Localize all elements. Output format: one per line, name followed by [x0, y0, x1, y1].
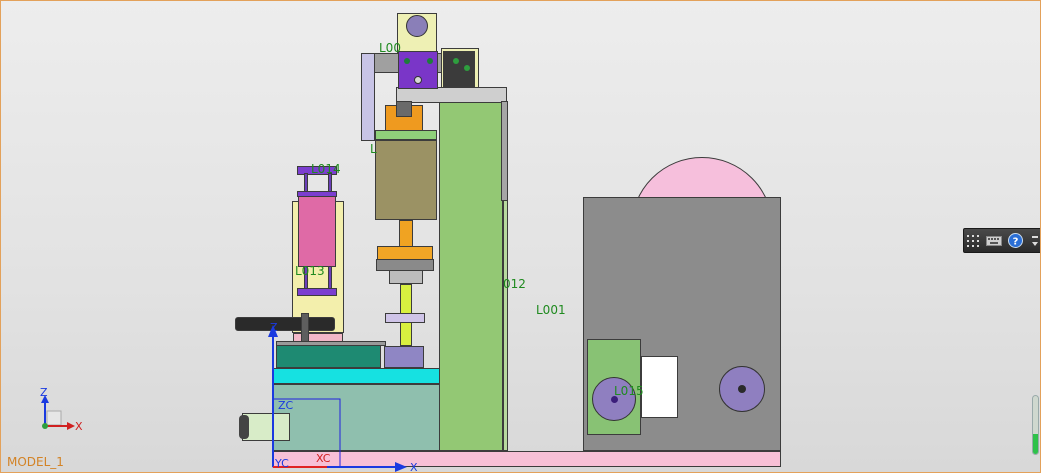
triad-x-label: X: [75, 420, 83, 433]
coupler-clamp[interactable]: [396, 101, 412, 117]
right-disc-center: [738, 385, 746, 393]
csys-xc-label: XC: [316, 452, 331, 465]
gearbox-body[interactable]: [375, 140, 437, 220]
keyboard-icon[interactable]: [985, 233, 1002, 249]
motor-block[interactable]: [443, 51, 475, 87]
label-l015: L015: [614, 384, 644, 398]
mini-toolbar: ?: [963, 228, 1041, 253]
vertical-column[interactable]: [439, 101, 503, 451]
csys-x-label: X: [410, 461, 418, 473]
triad-cube: [46, 410, 62, 426]
collapse-icon[interactable]: [1029, 233, 1041, 249]
grid-icon[interactable]: [967, 233, 980, 249]
cabinet-window[interactable]: [641, 356, 678, 418]
svg-text:?: ?: [1012, 237, 1018, 248]
left-slide-mid-bar[interactable]: [297, 191, 337, 197]
label-l001: L001: [536, 303, 566, 317]
spindle-nut[interactable]: [389, 270, 423, 284]
table-side-motor-cap: [239, 415, 249, 439]
green-cap[interactable]: [375, 130, 437, 140]
motor-dot-2: [464, 65, 470, 71]
label-012: 012: [503, 277, 526, 291]
model-name: MODEL_1: [7, 455, 64, 469]
column-cap-strip[interactable]: [501, 101, 508, 201]
label-l013: L013: [295, 264, 325, 278]
csys-x-arrow: [395, 462, 407, 472]
csys-yc-label: YC: [275, 457, 289, 470]
column-top-cap[interactable]: [396, 87, 507, 103]
head-dot-2: [427, 58, 433, 64]
zoom-indicator-fill: [1033, 433, 1038, 454]
graphics-viewport[interactable]: L00 L L014 L013 012 L001 L015 Z ZC YC XC…: [0, 0, 1041, 473]
triad-origin: [42, 423, 48, 429]
head-dot-3: [414, 76, 422, 84]
side-vertical-bar[interactable]: [361, 53, 375, 141]
triad-z-label: Z: [40, 386, 48, 399]
left-slide-pink-block[interactable]: [298, 195, 336, 267]
triad-x-arrow: [67, 422, 75, 430]
zoom-indicator[interactable]: [1032, 395, 1039, 455]
spindle-shaft[interactable]: [399, 220, 413, 248]
label-l00: L00: [379, 41, 401, 55]
top-cylinder-knob[interactable]: [406, 15, 428, 37]
csys-zc-label: ZC: [278, 399, 294, 412]
work-csys[interactable]: [261, 321, 421, 473]
label-l014: L014: [311, 162, 341, 176]
head-dot-1: [404, 58, 410, 64]
spindle-flange[interactable]: [377, 246, 433, 260]
help-icon[interactable]: ?: [1007, 233, 1023, 249]
motor-dot-1: [453, 58, 459, 64]
csys-z-label: Z: [270, 321, 278, 334]
label-l-small: L: [370, 142, 377, 156]
left-slide-bottom-bar[interactable]: [297, 288, 337, 296]
